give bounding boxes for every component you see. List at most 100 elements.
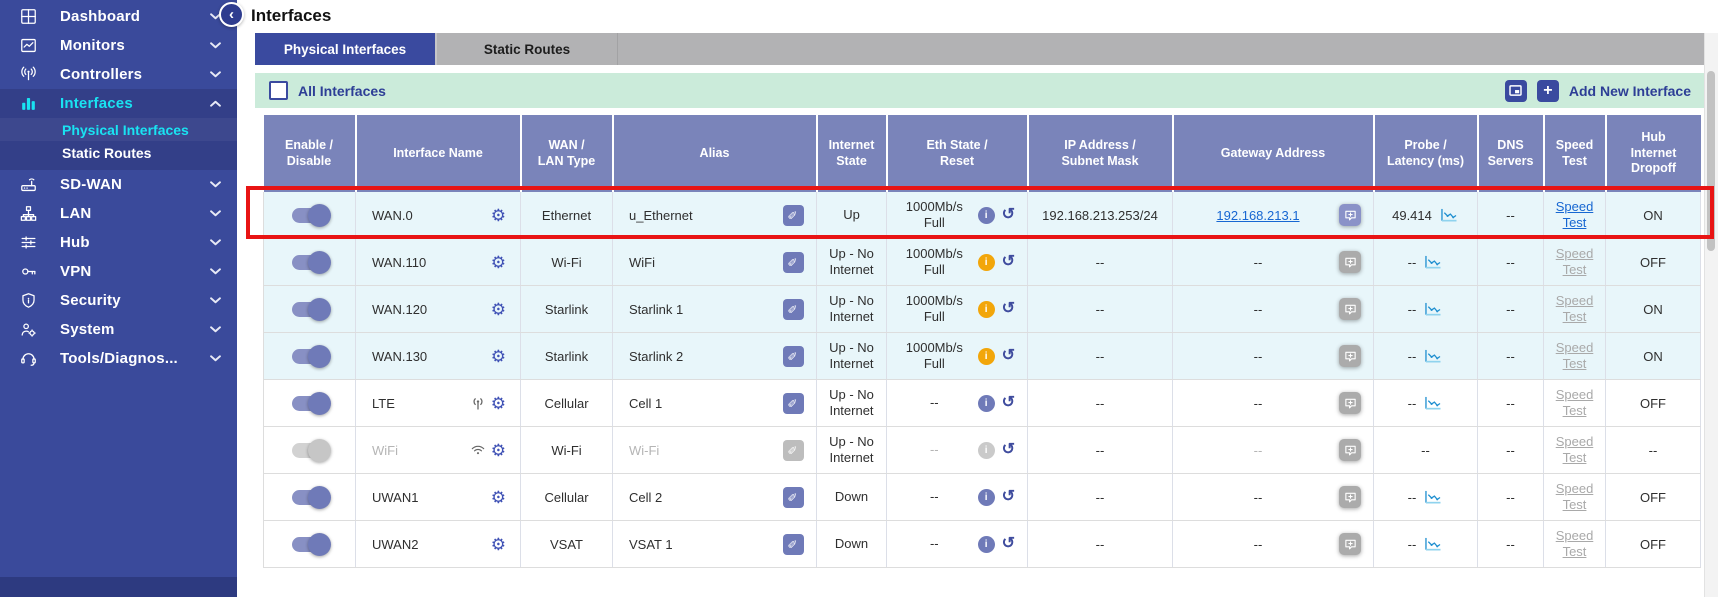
enable-toggle[interactable] xyxy=(292,443,327,458)
eth-state-flex: 1000Mb/s Fulli↺ xyxy=(891,293,1023,326)
info-icon[interactable]: i xyxy=(978,207,995,224)
edit-alias-button[interactable]: ✎ xyxy=(783,487,804,508)
gear-icon[interactable]: ⚙ xyxy=(491,207,506,224)
reset-icon[interactable]: ↺ xyxy=(1002,442,1015,458)
enable-toggle[interactable] xyxy=(292,537,327,552)
enable-toggle[interactable] xyxy=(292,490,327,505)
info-icon[interactable]: i xyxy=(978,489,995,506)
speed-test-link: Speed Test xyxy=(1556,246,1594,279)
system-icon xyxy=(17,320,39,340)
latency-chart-icon[interactable] xyxy=(1423,255,1443,270)
scrollbar-thumb[interactable] xyxy=(1707,71,1715,251)
edit-alias-button[interactable]: ✎ xyxy=(783,252,804,273)
cell-wan-lan-type: Cellular xyxy=(521,380,613,427)
cell-hub-dropoff: OFF xyxy=(1606,521,1701,568)
window-view-button[interactable] xyxy=(1505,80,1527,102)
reset-icon[interactable]: ↺ xyxy=(1002,489,1015,505)
sidebar-item-sd-wan[interactable]: SD-WAN xyxy=(0,170,237,199)
cell-interface-name: WAN.130⚙ xyxy=(356,333,521,380)
reset-icon[interactable]: ↺ xyxy=(1002,395,1015,411)
latency-chart-icon[interactable] xyxy=(1423,302,1443,317)
chevron-down-icon xyxy=(210,326,221,333)
sidebar-item-vpn[interactable]: VPN xyxy=(0,257,237,286)
sidebar-item-monitors[interactable]: Monitors xyxy=(0,31,237,60)
sidebar-item-security[interactable]: Security xyxy=(0,286,237,315)
sidebar-subitem-static-routes[interactable]: Static Routes xyxy=(0,141,237,164)
remote-ping-icon[interactable] xyxy=(1339,345,1361,367)
vertical-scrollbar[interactable] xyxy=(1704,33,1718,597)
eth-state: 1000Mb/s Full xyxy=(891,246,978,279)
reset-icon[interactable]: ↺ xyxy=(1002,536,1015,552)
enable-toggle[interactable] xyxy=(292,208,327,223)
info-icon[interactable]: i xyxy=(978,442,995,459)
cell-enable xyxy=(264,239,356,286)
latency-chart-icon[interactable] xyxy=(1423,349,1443,364)
sidebar-subitem-physical-interfaces[interactable]: Physical Interfaces xyxy=(0,118,237,141)
edit-alias-button[interactable]: ✎ xyxy=(783,346,804,367)
cell-probe-latency: -- xyxy=(1374,521,1478,568)
gear-icon[interactable]: ⚙ xyxy=(491,395,506,412)
reset-icon[interactable]: ↺ xyxy=(1002,301,1015,317)
add-new-interface-button[interactable]: Add New Interface xyxy=(1569,83,1691,99)
tab-static-routes[interactable]: Static Routes xyxy=(435,33,617,65)
edit-alias-button[interactable]: ✎ xyxy=(783,534,804,555)
remote-ping-icon[interactable] xyxy=(1339,298,1361,320)
gear-icon[interactable]: ⚙ xyxy=(491,442,506,459)
latency-chart-icon[interactable] xyxy=(1423,396,1443,411)
remote-ping-icon[interactable] xyxy=(1339,533,1361,555)
reset-icon[interactable]: ↺ xyxy=(1002,254,1015,270)
enable-toggle[interactable] xyxy=(292,302,327,317)
info-icon[interactable]: i xyxy=(978,348,995,365)
reset-icon[interactable]: ↺ xyxy=(1002,207,1015,223)
sidebar-item-interfaces[interactable]: Interfaces xyxy=(0,89,237,118)
remote-ping-icon[interactable] xyxy=(1339,204,1361,226)
sidebar-item-system[interactable]: System xyxy=(0,315,237,344)
info-icon[interactable]: i xyxy=(978,301,995,318)
enable-toggle[interactable] xyxy=(292,396,327,411)
edit-alias-button[interactable]: ✎ xyxy=(783,299,804,320)
remote-ping-icon[interactable] xyxy=(1339,486,1361,508)
enable-toggle[interactable] xyxy=(292,255,327,270)
reset-icon[interactable]: ↺ xyxy=(1002,348,1015,364)
add-interface-plus-button[interactable]: + xyxy=(1537,80,1559,102)
alias-flex: Starlink 1✎ xyxy=(617,299,812,320)
sidebar-item-tools[interactable]: Tools/Diagnos... xyxy=(0,344,237,373)
info-icon[interactable]: i xyxy=(978,395,995,412)
remote-ping-icon[interactable] xyxy=(1339,439,1361,461)
interfaces-icon xyxy=(17,94,39,114)
collapse-sidebar-button[interactable]: ‹ xyxy=(219,2,244,27)
gear-icon[interactable]: ⚙ xyxy=(491,536,506,553)
wan-lan-type: Cellular xyxy=(544,490,588,505)
latency-chart-icon[interactable] xyxy=(1423,537,1443,552)
edit-alias-button[interactable]: ✎ xyxy=(783,205,804,226)
sidebar-item-lan[interactable]: LAN xyxy=(0,199,237,228)
tab-physical-interfaces[interactable]: Physical Interfaces xyxy=(255,33,435,65)
pencil-icon: ✎ xyxy=(787,398,801,408)
remote-ping-icon[interactable] xyxy=(1339,251,1361,273)
remote-ping-icon[interactable] xyxy=(1339,392,1361,414)
gear-icon[interactable]: ⚙ xyxy=(491,301,506,318)
wan-lan-type: Starlink xyxy=(545,302,588,317)
gear-icon[interactable]: ⚙ xyxy=(491,254,506,271)
sidebar-item-controllers[interactable]: Controllers xyxy=(0,60,237,89)
gateway-address[interactable]: 192.168.213.1 xyxy=(1177,208,1339,223)
info-icon[interactable]: i xyxy=(978,536,995,553)
all-interfaces-checkbox[interactable] xyxy=(269,81,288,100)
chevron-down-icon xyxy=(210,181,221,188)
latency-chart-icon[interactable] xyxy=(1423,490,1443,505)
column-header-9: DNS Servers xyxy=(1478,115,1544,192)
enable-toggle[interactable] xyxy=(292,349,327,364)
sidebar-item-dashboard[interactable]: Dashboard xyxy=(0,2,237,31)
cell-gateway: -- xyxy=(1173,474,1374,521)
edit-alias-button[interactable]: ✎ xyxy=(783,393,804,414)
cell-internet-state: Up xyxy=(817,192,887,239)
gear-icon[interactable]: ⚙ xyxy=(491,348,506,365)
speed-test-link[interactable]: Speed Test xyxy=(1556,199,1594,232)
interface-name-flex: WAN.120⚙ xyxy=(360,301,516,318)
info-icon[interactable]: i xyxy=(978,254,995,271)
edit-alias-button[interactable]: ✎ xyxy=(783,440,804,461)
latency-chart-icon[interactable] xyxy=(1439,208,1459,223)
interface-name-flex: WAN.0⚙ xyxy=(360,207,516,224)
gear-icon[interactable]: ⚙ xyxy=(491,489,506,506)
sidebar-item-hub[interactable]: Hub xyxy=(0,228,237,257)
